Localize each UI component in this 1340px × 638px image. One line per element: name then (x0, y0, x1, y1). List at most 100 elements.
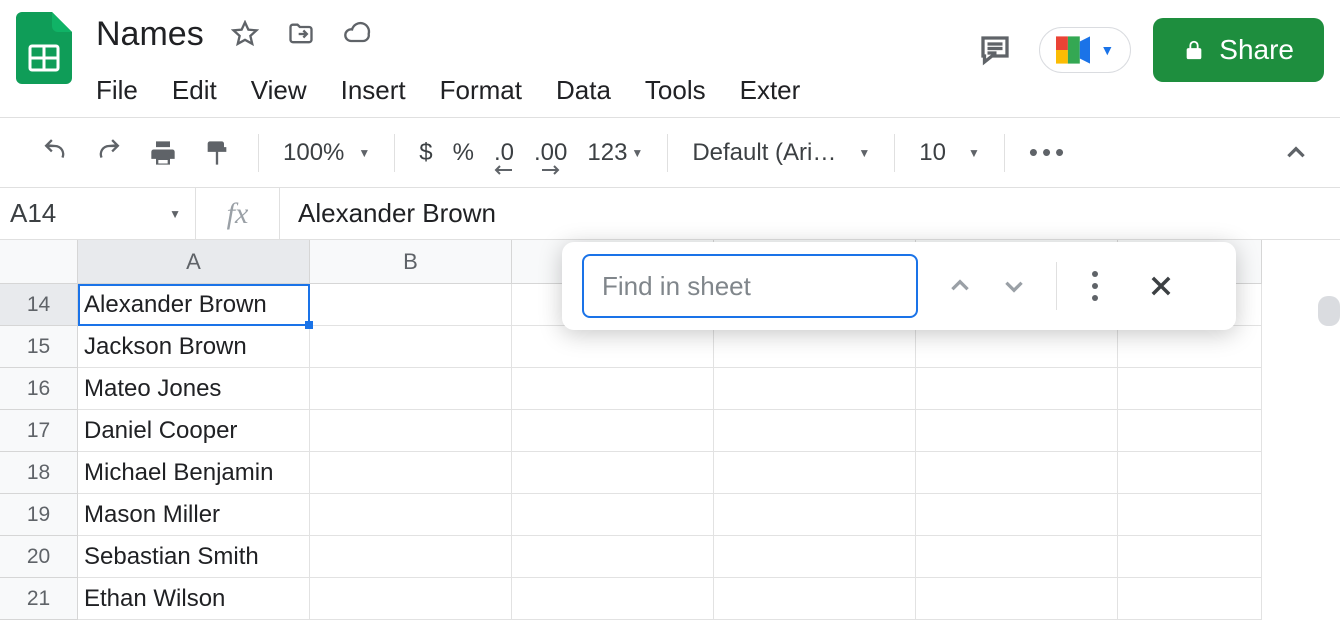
menu-tools[interactable]: Tools (645, 75, 706, 106)
cell[interactable] (512, 452, 714, 494)
cell[interactable] (512, 494, 714, 536)
close-icon[interactable] (1139, 264, 1183, 308)
decrease-decimal[interactable]: .0 (494, 139, 514, 167)
increase-decimal[interactable]: .00 (534, 139, 567, 167)
cell[interactable] (512, 536, 714, 578)
cell[interactable] (310, 284, 512, 326)
cell[interactable] (916, 536, 1118, 578)
menu-view[interactable]: View (251, 75, 307, 106)
menu-extensions[interactable]: Exter (740, 75, 801, 106)
more-formats[interactable]: 123▼ (587, 139, 643, 167)
cell[interactable] (310, 494, 512, 536)
collapse-toolbar-icon[interactable] (1278, 135, 1314, 171)
cell[interactable] (310, 536, 512, 578)
cell[interactable] (1118, 368, 1262, 410)
cell[interactable] (310, 368, 512, 410)
cell[interactable] (714, 452, 916, 494)
cell[interactable] (714, 578, 916, 620)
cell[interactable] (916, 326, 1118, 368)
row-header[interactable]: 19 (0, 494, 78, 536)
cell-a18[interactable]: Michael Benjamin (78, 452, 310, 494)
cell[interactable] (714, 494, 916, 536)
cell[interactable] (310, 578, 512, 620)
cell[interactable] (1118, 452, 1262, 494)
star-icon[interactable] (230, 19, 260, 49)
move-icon[interactable] (286, 19, 316, 49)
cell[interactable] (512, 326, 714, 368)
zoom-select[interactable]: 100% ▼ (265, 133, 388, 173)
col-header-a[interactable]: A (78, 240, 310, 284)
print-icon[interactable] (146, 136, 180, 170)
cell[interactable] (310, 410, 512, 452)
cell[interactable] (916, 578, 1118, 620)
comment-history-icon[interactable] (973, 28, 1017, 72)
paint-format-icon[interactable] (200, 136, 234, 170)
cell-a19[interactable]: Mason Miller (78, 494, 310, 536)
row-17: 17 Daniel Cooper (0, 410, 1340, 452)
undo-icon[interactable] (38, 136, 72, 170)
cloud-status-icon[interactable] (342, 19, 372, 49)
find-input[interactable] (582, 254, 918, 318)
name-box-value: A14 (10, 198, 56, 229)
col-header-b[interactable]: B (310, 240, 512, 284)
row-header[interactable]: 15 (0, 326, 78, 368)
zoom-value: 100% (283, 139, 344, 167)
cell[interactable] (714, 410, 916, 452)
vertical-scrollbar[interactable] (1318, 296, 1340, 326)
meet-button[interactable]: ▼ (1039, 27, 1131, 73)
row-header[interactable]: 17 (0, 410, 78, 452)
cell[interactable] (916, 368, 1118, 410)
cell[interactable] (714, 536, 916, 578)
cell[interactable] (310, 326, 512, 368)
cell[interactable] (916, 410, 1118, 452)
find-prev-icon[interactable] (936, 262, 984, 310)
caret-down-icon: ▼ (858, 146, 870, 160)
formula-bar-value: Alexander Brown (298, 198, 496, 229)
lock-icon (1183, 39, 1205, 61)
format-percent[interactable]: % (453, 139, 474, 167)
format-currency[interactable]: $ (419, 139, 432, 167)
row-header[interactable]: 16 (0, 368, 78, 410)
share-button[interactable]: Share (1153, 18, 1324, 82)
document-title[interactable]: Names (96, 15, 204, 54)
caret-down-icon: ▼ (1100, 42, 1114, 58)
cell[interactable] (1118, 410, 1262, 452)
menu-format[interactable]: Format (440, 75, 522, 106)
cell-a21[interactable]: Ethan Wilson (78, 578, 310, 620)
font-size-select[interactable]: 10 ▼ (901, 133, 998, 173)
cell[interactable] (714, 326, 916, 368)
cell-a14[interactable]: Alexander Brown (78, 284, 310, 326)
caret-down-icon: ▼ (358, 146, 370, 160)
row-header[interactable]: 18 (0, 452, 78, 494)
redo-icon[interactable] (92, 136, 126, 170)
cell[interactable] (916, 452, 1118, 494)
find-next-icon[interactable] (990, 262, 1038, 310)
cell-a17[interactable]: Daniel Cooper (78, 410, 310, 452)
font-select[interactable]: Default (Ari… ▼ (674, 133, 888, 173)
select-all-corner[interactable] (0, 240, 78, 284)
row-header[interactable]: 14 (0, 284, 78, 326)
cell[interactable] (1118, 536, 1262, 578)
cell[interactable] (512, 410, 714, 452)
cell[interactable] (714, 368, 916, 410)
cell[interactable] (916, 494, 1118, 536)
cell[interactable] (512, 368, 714, 410)
menu-file[interactable]: File (96, 75, 138, 106)
toolbar-more-icon[interactable]: ••• (1029, 137, 1068, 168)
cell[interactable] (512, 578, 714, 620)
row-header[interactable]: 20 (0, 536, 78, 578)
formula-bar[interactable]: Alexander Brown (280, 188, 1340, 239)
cell[interactable] (310, 452, 512, 494)
menu-data[interactable]: Data (556, 75, 611, 106)
row-header[interactable]: 21 (0, 578, 78, 620)
cell-a20[interactable]: Sebastian Smith (78, 536, 310, 578)
name-box[interactable]: A14 ▼ (0, 188, 196, 239)
cell-a15[interactable]: Jackson Brown (78, 326, 310, 368)
cell[interactable] (1118, 326, 1262, 368)
menu-edit[interactable]: Edit (172, 75, 217, 106)
find-more-options-icon[interactable] (1075, 266, 1115, 306)
cell-a16[interactable]: Mateo Jones (78, 368, 310, 410)
cell[interactable] (1118, 494, 1262, 536)
cell[interactable] (1118, 578, 1262, 620)
menu-insert[interactable]: Insert (341, 75, 406, 106)
